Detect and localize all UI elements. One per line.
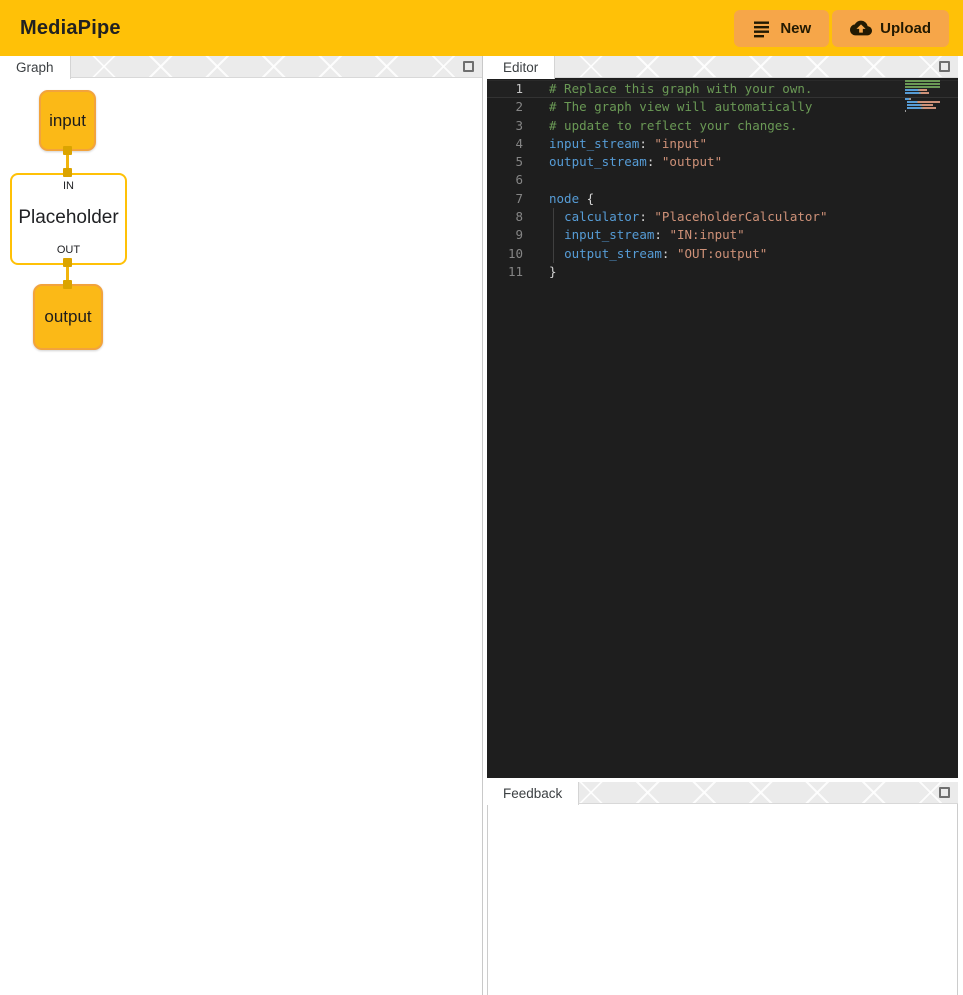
tab-graph[interactable]: Graph bbox=[0, 56, 71, 79]
line-text: # update to reflect your changes. bbox=[523, 117, 797, 135]
code-line[interactable]: 9 input_stream: "IN:input" bbox=[487, 226, 958, 244]
code-line[interactable]: 10 output_stream: "OUT:output" bbox=[487, 245, 958, 263]
code-line[interactable]: 2# The graph view will automatically bbox=[487, 98, 958, 116]
line-text: # Replace this graph with your own. bbox=[523, 80, 812, 98]
code-lines: 1# Replace this graph with your own.2# T… bbox=[487, 80, 958, 281]
line-text: } bbox=[523, 263, 557, 281]
line-text bbox=[523, 171, 549, 189]
app-title: MediaPipe bbox=[0, 17, 121, 40]
editor-tabbar: Editor bbox=[487, 56, 958, 78]
code-line[interactable]: 7node { bbox=[487, 190, 958, 208]
graph-node-output[interactable]: output bbox=[33, 284, 103, 350]
line-text: input_stream: "input" bbox=[523, 135, 707, 153]
line-number: 7 bbox=[487, 190, 523, 208]
menu-lines-icon bbox=[752, 18, 772, 38]
app-header: MediaPipe New Upload bbox=[0, 0, 963, 56]
graph-canvas[interactable]: input IN Placeholder OUT output bbox=[0, 78, 482, 994]
code-line[interactable]: 5output_stream: "output" bbox=[487, 153, 958, 171]
output-port[interactable] bbox=[63, 146, 72, 155]
line-number: 1 bbox=[487, 80, 523, 98]
minimap[interactable] bbox=[905, 80, 940, 113]
new-button-label: New bbox=[780, 20, 811, 37]
line-text: calculator: "PlaceholderCalculator" bbox=[523, 208, 827, 226]
line-number: 4 bbox=[487, 135, 523, 153]
code-line[interactable]: 11} bbox=[487, 263, 958, 281]
code-line[interactable]: 3# update to reflect your changes. bbox=[487, 117, 958, 135]
code-line[interactable]: 1# Replace this graph with your own. bbox=[487, 80, 958, 98]
graph-node-input[interactable]: input bbox=[39, 90, 96, 151]
tab-editor[interactable]: Editor bbox=[487, 56, 555, 79]
right-column: Editor 1# Replace this graph with your o… bbox=[487, 56, 958, 995]
cloud-upload-icon bbox=[850, 17, 872, 39]
line-number: 5 bbox=[487, 153, 523, 171]
feedback-maximize-icon[interactable] bbox=[939, 787, 950, 798]
upload-button[interactable]: Upload bbox=[832, 10, 949, 47]
input-port[interactable] bbox=[63, 168, 72, 177]
feedback-content bbox=[487, 804, 958, 995]
line-number: 11 bbox=[487, 263, 523, 281]
graph-maximize-icon[interactable] bbox=[463, 61, 474, 72]
line-number: 10 bbox=[487, 245, 523, 263]
minimap-line bbox=[905, 110, 940, 113]
editor-panel: Editor 1# Replace this graph with your o… bbox=[487, 56, 958, 778]
line-number: 8 bbox=[487, 208, 523, 226]
code-line[interactable]: 4input_stream: "input" bbox=[487, 135, 958, 153]
code-line[interactable]: 8 calculator: "PlaceholderCalculator" bbox=[487, 208, 958, 226]
node-label: input bbox=[49, 111, 86, 131]
line-text: # The graph view will automatically bbox=[523, 98, 812, 116]
line-number: 3 bbox=[487, 117, 523, 135]
header-actions: New Upload bbox=[734, 10, 963, 47]
graph-node-placeholder[interactable]: IN Placeholder OUT bbox=[10, 173, 127, 265]
indent-guide bbox=[553, 208, 554, 226]
node-label: Placeholder bbox=[18, 207, 118, 229]
upload-button-label: Upload bbox=[880, 20, 931, 37]
line-text: output_stream: "OUT:output" bbox=[523, 245, 767, 263]
feedback-tabbar: Feedback bbox=[487, 782, 958, 804]
input-port[interactable] bbox=[63, 280, 72, 289]
graph-panel: Graph input IN Placeholder OUT output bbox=[0, 56, 483, 995]
output-port[interactable] bbox=[63, 258, 72, 267]
tab-feedback[interactable]: Feedback bbox=[487, 782, 579, 805]
node-label: output bbox=[44, 307, 91, 327]
indent-guide bbox=[553, 245, 554, 263]
out-port-label: OUT bbox=[57, 244, 80, 256]
new-button[interactable]: New bbox=[734, 10, 829, 47]
code-editor[interactable]: 1# Replace this graph with your own.2# T… bbox=[487, 78, 958, 778]
line-text: node { bbox=[523, 190, 594, 208]
editor-maximize-icon[interactable] bbox=[939, 61, 950, 72]
line-number: 9 bbox=[487, 226, 523, 244]
line-text: output_stream: "output" bbox=[523, 153, 722, 171]
indent-guide bbox=[553, 226, 554, 244]
in-port-label: IN bbox=[63, 180, 74, 192]
graph-tabbar: Graph bbox=[0, 56, 482, 78]
line-number: 6 bbox=[487, 171, 523, 189]
feedback-panel: Feedback bbox=[487, 782, 958, 995]
line-text: input_stream: "IN:input" bbox=[523, 226, 745, 244]
code-line[interactable]: 6 bbox=[487, 171, 958, 189]
line-number: 2 bbox=[487, 98, 523, 116]
